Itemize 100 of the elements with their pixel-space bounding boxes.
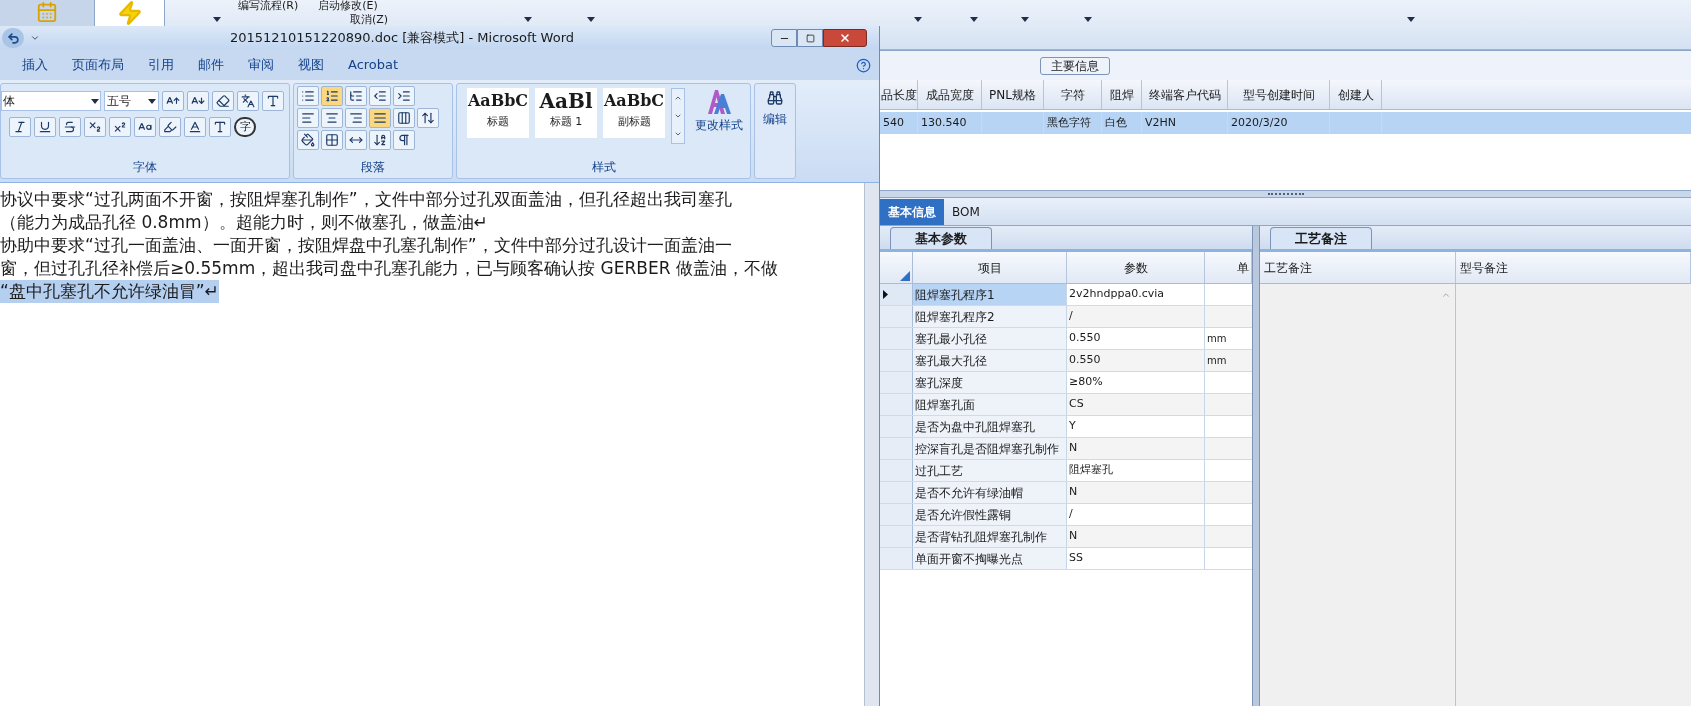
ribbon-tab[interactable]: 视图: [286, 53, 336, 77]
column-header[interactable]: PNL规格: [982, 80, 1044, 109]
line-spacing-button[interactable]: [417, 108, 439, 128]
font-size-field[interactable]: 五号: [104, 91, 159, 111]
column-header[interactable]: 成品宽度: [918, 80, 982, 109]
align-right-button[interactable]: [345, 108, 367, 128]
borders-button[interactable]: [321, 130, 343, 150]
chinese-layout-button[interactable]: [345, 130, 367, 150]
column-header[interactable]: 创建人: [1330, 80, 1382, 109]
editing-button[interactable]: 编辑: [754, 83, 796, 179]
quick-access-menu-icon[interactable]: [30, 33, 40, 43]
italic-button[interactable]: [9, 117, 31, 137]
tab[interactable]: BOM: [944, 199, 988, 225]
underline-icon: [38, 120, 52, 134]
table-row[interactable]: 塞孔最小孔径 0.550 mm: [880, 328, 1252, 350]
table-row[interactable]: 是否允许假性露铜 /: [880, 504, 1252, 526]
distribute-button[interactable]: [393, 108, 415, 128]
find-icon: [767, 90, 783, 106]
table-cell-text: 是否为盘中孔阻焊塞孔: [915, 418, 1035, 436]
style-gallery-item[interactable]: AaBbC 标题: [467, 88, 529, 138]
undo-button[interactable]: [2, 28, 24, 48]
font-name-field[interactable]: 体: [1, 91, 101, 111]
table-cell: 0.550: [1069, 330, 1101, 347]
show-marks-button[interactable]: [393, 130, 415, 150]
table-row[interactable]: 塞孔最大孔径 0.550 mm: [880, 350, 1252, 372]
column-header[interactable]: 工艺备注: [1260, 252, 1456, 283]
table-row[interactable]: 是否为盘中孔阻焊塞孔 Y: [880, 416, 1252, 438]
scroll-up-icon: [674, 94, 682, 102]
superscript-button[interactable]: [109, 117, 131, 137]
shrink-font-button[interactable]: [187, 91, 209, 111]
phonetic-guide-button[interactable]: [237, 91, 259, 111]
change-case-button[interactable]: [134, 117, 156, 137]
character-shading-button[interactable]: [209, 117, 231, 137]
justify-button[interactable]: [369, 108, 391, 128]
column-header[interactable]: 型号备注: [1456, 252, 1691, 283]
table-row[interactable]: 阻焊塞孔面 CS: [880, 394, 1252, 416]
table-row[interactable]: 是否背钻孔阻焊塞孔制作 N: [880, 526, 1252, 548]
toolbar-item[interactable]: 取消(Z): [350, 13, 389, 26]
ribbon-tab[interactable]: 插入: [10, 53, 60, 77]
panel-tab[interactable]: 基本参数: [890, 227, 992, 249]
grow-font-button[interactable]: [162, 91, 184, 111]
decrease-indent-button[interactable]: [369, 86, 391, 106]
style-gallery-item[interactable]: AaBbC 副标题: [603, 88, 665, 138]
numbering-button[interactable]: [321, 86, 343, 106]
style-label: 副标题: [617, 114, 651, 130]
increase-indent-button[interactable]: [393, 86, 415, 106]
align-left-button[interactable]: [297, 108, 319, 128]
column-header[interactable]: 项目: [913, 252, 1067, 283]
ribbon-tab[interactable]: 页面布局: [60, 53, 136, 77]
column-header[interactable]: 参数: [1067, 252, 1205, 283]
ribbon-tab[interactable]: 引用: [136, 53, 186, 77]
style-label: 标题: [487, 114, 509, 130]
panel-tab[interactable]: 工艺备注: [1270, 227, 1372, 249]
table-row[interactable]: 单面开窗不掏曝光点 SS: [880, 548, 1252, 570]
ribbon-tab[interactable]: 审阅: [236, 53, 286, 77]
toolbar-item[interactable]: 编写流程(R): [238, 0, 299, 12]
table-cell-text: 单面开窗不掏曝光点: [915, 550, 1023, 568]
minimize-button[interactable]: [771, 29, 797, 47]
align-right-icon: [349, 111, 363, 125]
enclose-characters-button[interactable]: 字: [234, 117, 256, 137]
table-row[interactable]: 540 130.540 黑色字符 白色 V2HN 2020/3/20: [880, 112, 1691, 134]
character-border-button[interactable]: [262, 91, 284, 111]
clear-format-button[interactable]: [212, 91, 234, 111]
subscript-button[interactable]: [84, 117, 106, 137]
table-row[interactable]: 过孔工艺 阻焊塞孔: [880, 460, 1252, 482]
multilevel-list-button[interactable]: [345, 86, 367, 106]
align-center-icon: [325, 111, 339, 125]
table-cell: Y: [1069, 418, 1076, 435]
change-styles-button[interactable]: 更改样式: [695, 88, 743, 134]
underline-button[interactable]: [34, 117, 56, 137]
toolbar-item[interactable]: 启动修改(E): [318, 0, 378, 12]
sort-button[interactable]: [369, 130, 391, 150]
tab[interactable]: 基本信息: [880, 199, 944, 225]
shading-button[interactable]: [297, 130, 319, 150]
column-header[interactable]: 阻焊: [1102, 80, 1142, 109]
highlight-button[interactable]: [159, 117, 181, 137]
strikethrough-button[interactable]: [59, 117, 81, 137]
caret-icon: [91, 98, 99, 104]
help-icon[interactable]: [856, 57, 871, 73]
bullets-button[interactable]: [297, 86, 319, 106]
close-button[interactable]: [823, 29, 867, 47]
column-header[interactable]: 型号创建时间: [1228, 80, 1330, 109]
align-center-button[interactable]: [321, 108, 343, 128]
table-row[interactable]: 控深盲孔是否阻焊塞孔制作 N: [880, 438, 1252, 460]
restore-icon: [805, 33, 815, 43]
ribbon-tab[interactable]: 邮件: [186, 53, 236, 77]
table-row[interactable]: 是否不允许有绿油帽 N: [880, 482, 1252, 504]
ribbon-tab[interactable]: Acrobat: [336, 53, 411, 77]
style-gallery-item[interactable]: AaBl 标题 1: [535, 88, 597, 138]
caret-icon: [148, 98, 156, 104]
table-cell-text: 塞孔深度: [915, 374, 963, 392]
table-row[interactable]: 阻焊塞孔程序1 2v2hndppa0.cvia: [880, 284, 1252, 306]
table-row[interactable]: 阻焊塞孔程序2 /: [880, 306, 1252, 328]
column-header[interactable]: 终端客户代码: [1142, 80, 1228, 109]
restore-button[interactable]: [797, 29, 823, 47]
font-color-button[interactable]: [184, 117, 206, 137]
column-header[interactable]: 字符: [1044, 80, 1102, 109]
scrollbar[interactable]: [864, 183, 879, 706]
table-cell-text: 白色: [1105, 114, 1127, 131]
table-row[interactable]: 塞孔深度 ≥80%: [880, 372, 1252, 394]
